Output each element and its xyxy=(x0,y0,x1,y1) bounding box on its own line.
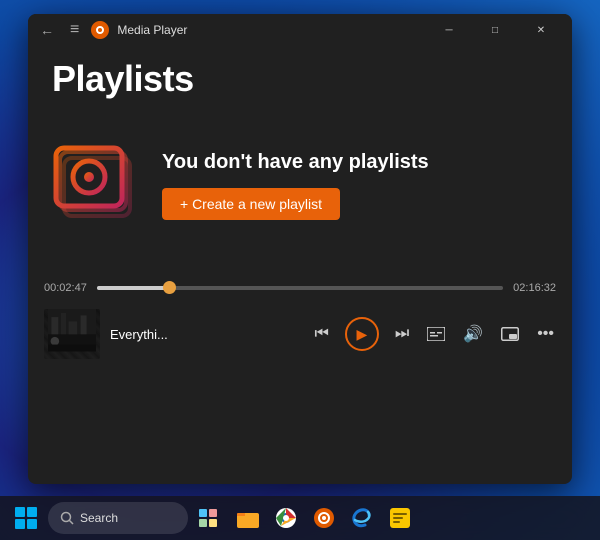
miniplayer-icon xyxy=(501,327,519,341)
widgets-button[interactable] xyxy=(192,502,224,534)
media-player-window: ← ≡ Media Player ─ □ ✕ Playlists xyxy=(28,14,572,484)
thumbnail-image xyxy=(48,309,96,355)
back-button[interactable]: ← xyxy=(36,20,58,40)
app-icon-inner xyxy=(96,26,104,34)
taskbar-app-icons xyxy=(232,502,416,534)
progress-thumb xyxy=(163,281,176,294)
current-time: 00:02:47 xyxy=(44,282,87,294)
close-button[interactable]: ✕ xyxy=(518,14,564,46)
app-icon xyxy=(91,21,109,39)
search-label: Search xyxy=(80,511,118,525)
edge-button[interactable] xyxy=(346,502,378,534)
titlebar: ← ≡ Media Player ─ □ ✕ xyxy=(28,14,572,46)
page-title: Playlists xyxy=(52,46,548,100)
empty-text: You don't have any playlists + Create a … xyxy=(162,151,548,220)
minimize-button[interactable]: ─ xyxy=(426,14,472,46)
playback-controls: ⏮ ▶ ⏭ 🔊 xyxy=(312,317,556,351)
progress-row: 00:02:47 02:16:32 xyxy=(44,274,556,302)
menu-button[interactable]: ≡ xyxy=(66,19,83,41)
chrome-button[interactable] xyxy=(270,502,302,534)
media-player-taskbar-icon xyxy=(313,507,335,529)
file-explorer-icon xyxy=(237,508,259,528)
content-area: Playlists xyxy=(28,46,572,230)
media-player-taskbar-button[interactable] xyxy=(308,502,340,534)
previous-button[interactable]: ⏮ xyxy=(312,323,330,345)
song-thumbnail xyxy=(44,309,100,359)
maximize-button[interactable]: □ xyxy=(472,14,518,46)
progress-section: 00:02:47 02:16:32 xyxy=(28,274,572,302)
search-icon xyxy=(60,511,74,525)
window-title: Media Player xyxy=(117,23,187,37)
widgets-icon xyxy=(197,507,219,529)
file-explorer-button[interactable] xyxy=(232,502,264,534)
sticky-notes-icon xyxy=(389,507,411,529)
window-controls: ─ □ ✕ xyxy=(426,14,564,46)
miniplayer-button[interactable] xyxy=(499,325,521,343)
sticky-notes-button[interactable] xyxy=(384,502,416,534)
windows-logo-icon xyxy=(15,507,37,529)
total-time: 02:16:32 xyxy=(513,282,556,294)
taskbar: Search xyxy=(0,496,600,540)
play-icon: ▶ xyxy=(356,326,367,343)
song-title: Everythi... xyxy=(110,327,302,342)
create-playlist-button[interactable]: + Create a new playlist xyxy=(162,188,340,220)
empty-heading: You don't have any playlists xyxy=(162,151,548,174)
thumbnail-inner xyxy=(44,309,100,359)
caption-icon xyxy=(427,327,445,341)
desktop: ← ≡ Media Player ─ □ ✕ Playlists xyxy=(0,0,600,540)
empty-state: You don't have any playlists + Create a … xyxy=(52,140,548,230)
caption-button[interactable] xyxy=(425,325,447,343)
edge-icon xyxy=(351,507,373,529)
more-button[interactable]: ••• xyxy=(535,323,556,345)
start-button[interactable] xyxy=(8,500,44,536)
next-button[interactable]: ⏭ xyxy=(393,323,411,345)
playlist-icon xyxy=(52,140,142,230)
play-pause-button[interactable]: ▶ xyxy=(345,317,379,351)
now-playing-bar: Everythi... ⏮ ▶ ⏭ 🔊 xyxy=(28,302,572,366)
chrome-icon xyxy=(275,507,297,529)
titlebar-left: ← ≡ Media Player xyxy=(36,19,426,41)
taskbar-search[interactable]: Search xyxy=(48,502,188,534)
progress-fill xyxy=(97,286,170,290)
progress-track[interactable] xyxy=(97,286,503,290)
volume-button[interactable]: 🔊 xyxy=(461,322,485,346)
